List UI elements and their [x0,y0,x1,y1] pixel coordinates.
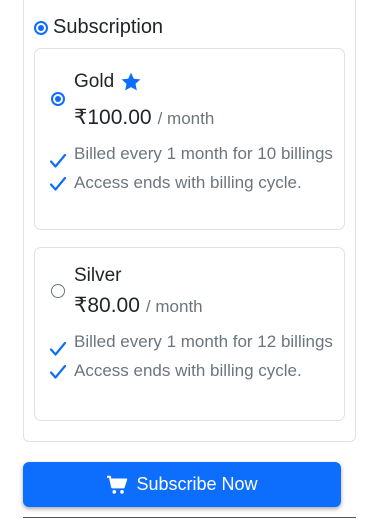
feature-list: Billed every 1 month for 10 billings Acc… [49,141,339,199]
plan-radio-gold[interactable] [51,92,65,106]
price-amount: ₹80.00 [74,294,140,317]
price-period: / month [145,297,203,316]
feature-text: Billed every 1 month for 12 billings [74,332,333,351]
plan-radio-silver[interactable] [51,284,65,298]
feature-text: Access ends with billing cycle. [74,361,302,380]
plan-name: Gold [74,71,142,93]
divider [23,517,356,518]
feature-text: Billed every 1 month for 10 billings [74,144,333,163]
feature-item: Access ends with billing cycle. [49,170,339,198]
plan-card-gold[interactable]: Gold ₹100.00 / month Billed every 1 mont… [34,48,345,230]
subscription-header[interactable]: Subscription [34,16,163,39]
check-icon [49,172,67,198]
feature-item: Access ends with billing cycle. [49,358,339,386]
feature-item: Billed every 1 month for 10 billings [49,141,339,169]
check-icon [49,360,67,386]
price-period: / month [157,109,215,128]
check-icon [49,331,67,357]
cart-icon [107,475,128,494]
plan-price: ₹80.00 / month [74,293,203,318]
plan-price: ₹100.00 / month [74,105,214,130]
plan-card-silver[interactable]: Silver ₹80.00 / month Billed every 1 mon… [34,247,345,421]
plan-name-label: Gold [74,71,115,92]
feature-list: Billed every 1 month for 12 billings Acc… [49,329,339,387]
feature-text: Access ends with billing cycle. [74,173,302,192]
plan-name: Silver [74,265,122,287]
price-amount: ₹100.00 [74,106,152,129]
check-icon [49,143,67,169]
star-icon [121,72,141,91]
plan-name-label: Silver [74,265,122,286]
subscribe-button-label: Subscribe Now [136,474,258,494]
subscribe-now-button[interactable]: Subscribe Now [23,462,341,507]
feature-item: Billed every 1 month for 12 billings [49,329,339,357]
subscription-title: Subscription [53,16,164,38]
subscription-radio[interactable] [34,20,48,35]
